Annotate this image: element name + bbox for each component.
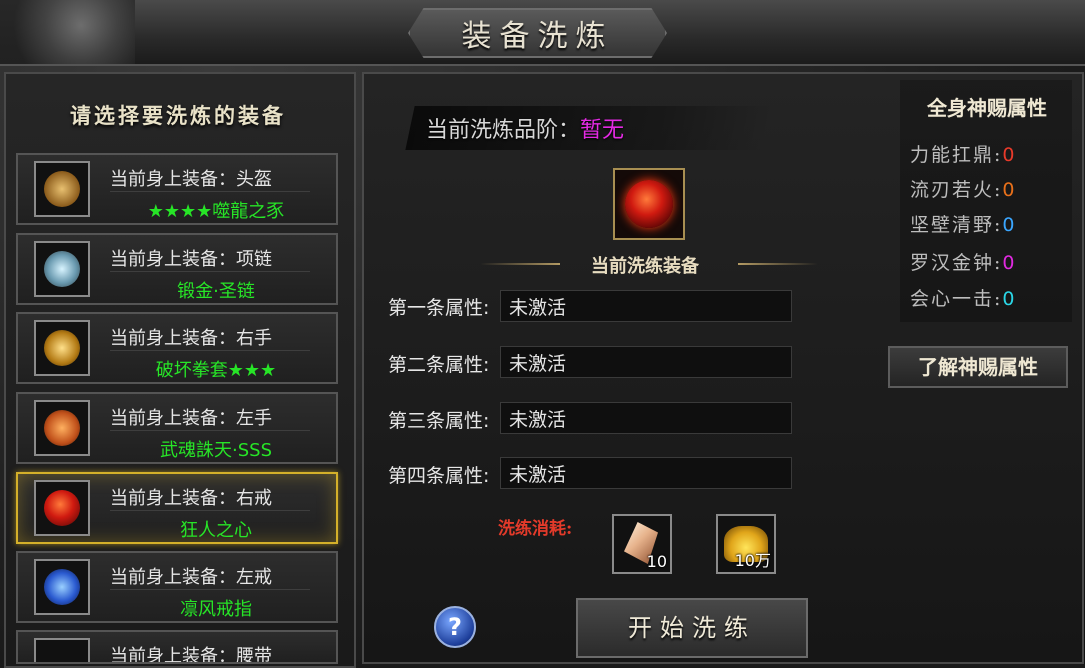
attribute-field: 未激活 — [500, 346, 792, 378]
equip-item-left-hand[interactable]: 当前身上装备：左手 武魂誅天·SSS — [16, 392, 338, 464]
divider — [110, 510, 310, 511]
equip-item-right-hand[interactable]: 当前身上装备：右手 破坏拳套★★★ — [16, 312, 338, 384]
equip-item-helmet[interactable]: 当前身上装备：头盔 ★★★★噬龍之豕 — [16, 153, 338, 225]
ring-icon — [625, 180, 673, 228]
equip-name: 狂人之心 — [180, 520, 252, 541]
cost-item-crystal[interactable]: 10 — [612, 514, 672, 574]
attribute-field: 未激活 — [500, 290, 792, 322]
title-bar: 装备洗炼 — [0, 0, 1085, 66]
belt-icon — [34, 638, 90, 662]
attribute-field: 未激活 — [500, 402, 792, 434]
cost-item-gold[interactable]: 10万 — [716, 514, 776, 574]
grade-value: 暂无 — [580, 118, 625, 143]
equip-slot-label: 当前身上装备：右手 — [110, 328, 272, 349]
start-refine-button[interactable]: 开始洗练 — [576, 598, 808, 658]
equip-item-necklace[interactable]: 当前身上装备：项链 锻金·圣链 — [16, 233, 338, 305]
divine-attribute-label: 坚壁清野: — [910, 214, 1003, 236]
grade-label: 当前洗炼品阶： — [426, 118, 581, 143]
divine-attribute-label: 会心一击: — [910, 288, 1003, 310]
window-title: 装备洗炼 — [461, 19, 614, 54]
help-icon[interactable]: ? — [434, 606, 476, 648]
divine-attribute-value: 0 — [1002, 144, 1015, 166]
attribute-label: 第四条属性: — [388, 465, 490, 487]
necklace-icon — [34, 241, 90, 297]
title-plate: 装备洗炼 — [408, 8, 667, 58]
divine-attribute-row: 流刃若火:0 — [910, 175, 1015, 202]
dragon-ornament-icon — [0, 0, 135, 64]
glove-icon — [34, 400, 90, 456]
equip-item-belt[interactable]: 当前身上装备：腰带 — [16, 630, 338, 664]
equip-slot-label: 当前身上装备：左手 — [110, 408, 272, 429]
equip-slot-label: 当前身上装备：右戒 — [110, 488, 272, 509]
attribute-label: 第一条属性: — [388, 297, 490, 319]
equip-slot-label: 当前身上装备：项链 — [110, 249, 272, 270]
helmet-icon — [34, 161, 90, 217]
divine-attribute-row: 会心一击:0 — [910, 284, 1015, 311]
divine-attributes-title: 全身神赐属性 — [927, 96, 1047, 120]
divine-attribute-label: 罗汉金钟: — [910, 252, 1003, 274]
divine-attribute-label: 流刃若火: — [910, 179, 1003, 201]
attribute-label: 第二条属性: — [388, 354, 490, 376]
equip-name: 锻金·圣链 — [177, 281, 255, 302]
gauntlet-icon — [34, 320, 90, 376]
divine-attribute-value: 0 — [1002, 214, 1015, 236]
divine-attribute-value: 0 — [1002, 288, 1015, 310]
divine-attribute-value: 0 — [1002, 252, 1015, 274]
divider — [110, 271, 310, 272]
divine-attribute-row: 坚壁清野:0 — [910, 210, 1015, 237]
equip-name: 破坏拳套★★★ — [155, 360, 277, 381]
equipment-list-header: 请选择要洗炼的装备 — [70, 103, 286, 128]
attribute-label: 第三条属性: — [388, 410, 490, 432]
grade-indicator: 当前洗炼品阶：暂无 — [426, 112, 624, 144]
equip-item-right-ring[interactable]: 当前身上装备：右戒 狂人之心 — [16, 472, 338, 544]
ring-blue-icon — [34, 559, 90, 615]
learn-divine-attributes-button[interactable]: 了解神赐属性 — [888, 346, 1068, 388]
equip-slot-label: 当前身上装备：头盔 — [110, 169, 272, 190]
divider — [110, 430, 310, 431]
equip-item-left-ring[interactable]: 当前身上装备：左戒 凛风戒指 — [16, 551, 338, 623]
current-equipment-slot[interactable] — [613, 168, 685, 240]
ring-icon — [34, 480, 90, 536]
equip-name: 武魂誅天·SSS — [160, 440, 272, 461]
cost-label: 洗练消耗: — [498, 519, 573, 539]
cost-count: 10 — [646, 552, 667, 571]
equip-name: 凛风戒指 — [180, 599, 252, 620]
attribute-field: 未激活 — [500, 457, 792, 489]
divider — [110, 191, 310, 192]
equip-slot-label: 当前身上装备：腰带 — [110, 646, 272, 664]
divine-attribute-row: 罗汉金钟:0 — [910, 248, 1015, 275]
current-equipment-label: 当前洗练装备 — [591, 256, 699, 277]
cost-count: 10万 — [734, 551, 771, 570]
divider — [110, 350, 310, 351]
equip-name: ★★★★噬龍之豕 — [147, 201, 285, 222]
divider — [110, 589, 310, 590]
divine-attribute-label: 力能扛鼎: — [910, 144, 1003, 166]
equip-slot-label: 当前身上装备：左戒 — [110, 567, 272, 588]
divine-attribute-row: 力能扛鼎:0 — [910, 140, 1015, 167]
divine-attribute-value: 0 — [1002, 179, 1015, 201]
